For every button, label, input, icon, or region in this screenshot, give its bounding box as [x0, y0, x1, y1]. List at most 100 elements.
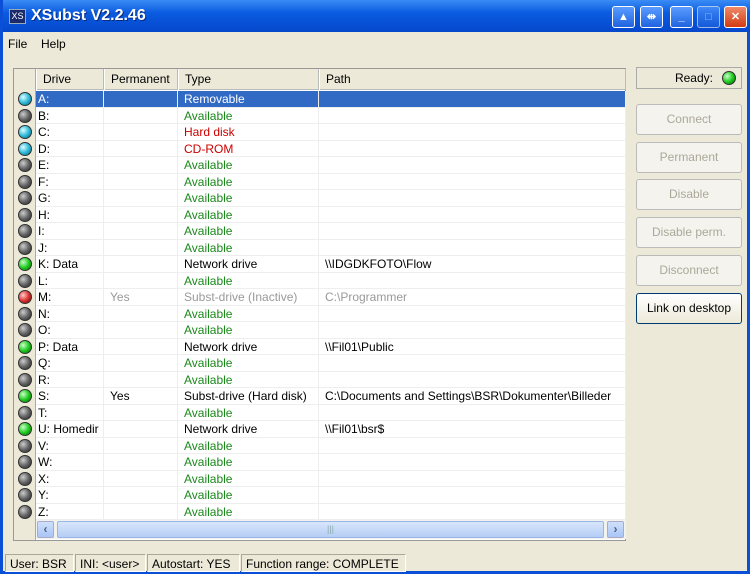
cell-drive: M: [36, 289, 104, 305]
table-row[interactable]: X: Available [36, 470, 626, 487]
cell-drive: I: [36, 223, 104, 239]
table-row[interactable]: I: Available [36, 223, 626, 240]
gray-led-icon [18, 207, 32, 222]
cell-drive: X: [36, 470, 104, 487]
table-row[interactable]: A: Removable [36, 91, 626, 108]
window-title: XSubst V2.2.46 [31, 7, 146, 24]
table-row[interactable]: K: Data Network drive \\IDGDKFOTO\Flow [36, 256, 626, 273]
green-led-icon [18, 389, 32, 403]
status-user: User: BSR [5, 554, 74, 572]
cell-drive: D: [36, 140, 104, 157]
cell-permanent [104, 239, 178, 256]
cell-path [319, 124, 626, 140]
table-row[interactable]: V: Available [36, 437, 626, 454]
table-row[interactable]: C: Hard disk [36, 124, 626, 141]
link-on-desktop-button[interactable]: Link on desktop [636, 292, 742, 324]
maximize-button[interactable]: □ [697, 6, 720, 28]
cell-type: Available [178, 355, 319, 371]
table-row[interactable]: T: Available [36, 404, 626, 421]
minimize-button[interactable]: _ [670, 6, 693, 28]
cell-path [319, 470, 626, 487]
gray-led-icon [18, 372, 32, 387]
column-header-type[interactable]: Type [178, 69, 319, 90]
table-row[interactable]: F: Available [36, 173, 626, 190]
column-header-drive[interactable]: Drive [36, 69, 104, 90]
title-bar[interactable]: XS XSubst V2.2.46 ▲ ⇹ _ □ ✕ [3, 0, 750, 32]
table-row[interactable]: Z: Available [36, 503, 626, 520]
connect-button[interactable]: Connect [636, 104, 742, 135]
table-row[interactable]: B: Available [36, 107, 626, 124]
table-row[interactable]: S: Yes Subst-drive (Hard disk) C:\Documents… [36, 388, 626, 405]
cell-path [319, 157, 626, 173]
disable-button[interactable]: Disable [636, 179, 742, 211]
cell-permanent: Yes [104, 289, 178, 305]
table-row[interactable]: U: Homedir Network drive \\Fil01\bsr$ [36, 421, 626, 438]
table-row[interactable]: W: Available [36, 454, 626, 471]
table-row[interactable]: Q: Available [36, 355, 626, 372]
table-row[interactable]: L: Available [36, 272, 626, 289]
cell-permanent [104, 355, 178, 371]
cell-path [319, 322, 626, 338]
drive-list[interactable]: Drive Permanent Type Path A: Removable B: A… [13, 68, 626, 541]
green-led-icon [18, 422, 32, 436]
permanent-button[interactable]: Permanent [636, 141, 742, 173]
column-header-path[interactable]: Path [319, 69, 626, 90]
cell-drive: V: [36, 437, 104, 454]
cell-path [319, 272, 626, 289]
table-row[interactable]: Y: Available [36, 487, 626, 504]
cell-drive: F: [36, 173, 104, 190]
cyan-led-icon [18, 141, 32, 156]
cell-path: C:\Documents and Settings\BSR\Dokumenter… [319, 388, 626, 404]
table-row[interactable]: O: Available [36, 322, 626, 339]
table-row[interactable]: H: Available [36, 206, 626, 223]
cell-drive: E: [36, 157, 104, 173]
close-button[interactable]: ✕ [724, 6, 747, 28]
column-header-permanent[interactable]: Permanent [104, 69, 178, 90]
cell-type: Available [178, 173, 319, 190]
scroll-left-icon[interactable]: ‹ [37, 521, 54, 538]
disable-perm-button[interactable]: Disable perm. [636, 217, 742, 249]
cell-permanent [104, 487, 178, 503]
status-bar: User: BSR INI: <user> Autostart: YES Fun… [3, 553, 747, 573]
horizontal-scrollbar[interactable]: ‹ ||| › [36, 520, 626, 539]
cell-drive: R: [36, 371, 104, 388]
pin-icon[interactable]: ⇹ [640, 6, 663, 28]
cell-type: Available [178, 437, 319, 454]
gray-led-icon [18, 306, 32, 321]
status-indicator-column [14, 69, 36, 540]
cell-permanent [104, 503, 178, 520]
gray-led-icon [18, 438, 32, 453]
scroll-right-icon[interactable]: › [607, 521, 624, 538]
green-led-icon [18, 257, 32, 271]
cell-path [319, 140, 626, 157]
table-row[interactable]: M: Yes Subst-drive (Inactive) C:\Programmer [36, 289, 626, 306]
table-row[interactable]: J: Available [36, 239, 626, 256]
cell-path: \\Fil01\Public [319, 338, 626, 355]
menu-help[interactable]: Help [41, 37, 66, 51]
cell-type: Subst-drive (Inactive) [178, 289, 319, 305]
table-row[interactable]: E: Available [36, 157, 626, 174]
cell-permanent [104, 404, 178, 421]
menu-file[interactable]: File [8, 37, 27, 51]
cell-type: CD-ROM [178, 140, 319, 157]
cell-permanent: Yes [104, 388, 178, 404]
cell-path [319, 437, 626, 454]
roll-up-icon[interactable]: ▲ [612, 6, 635, 28]
ready-label: Ready: [674, 71, 713, 85]
cell-drive: H: [36, 206, 104, 223]
table-row[interactable]: G: Available [36, 190, 626, 207]
cell-drive: W: [36, 454, 104, 470]
table-row[interactable]: R: Available [36, 371, 626, 388]
table-row[interactable]: P: Data Network drive \\Fil01\Public [36, 338, 626, 355]
gray-led-icon [18, 240, 32, 255]
table-row[interactable]: N: Available [36, 305, 626, 322]
cell-permanent [104, 371, 178, 388]
main-window: XS XSubst V2.2.46 ▲ ⇹ _ □ ✕ File Help Dr… [0, 0, 750, 574]
cell-type: Removable [178, 91, 319, 107]
scroll-thumb[interactable]: ||| [57, 521, 604, 538]
table-row[interactable]: D: CD-ROM [36, 140, 626, 157]
cell-path [319, 223, 626, 239]
cell-permanent [104, 206, 178, 223]
app-icon: XS [9, 9, 26, 24]
disconnect-button[interactable]: Disconnect [636, 254, 742, 286]
